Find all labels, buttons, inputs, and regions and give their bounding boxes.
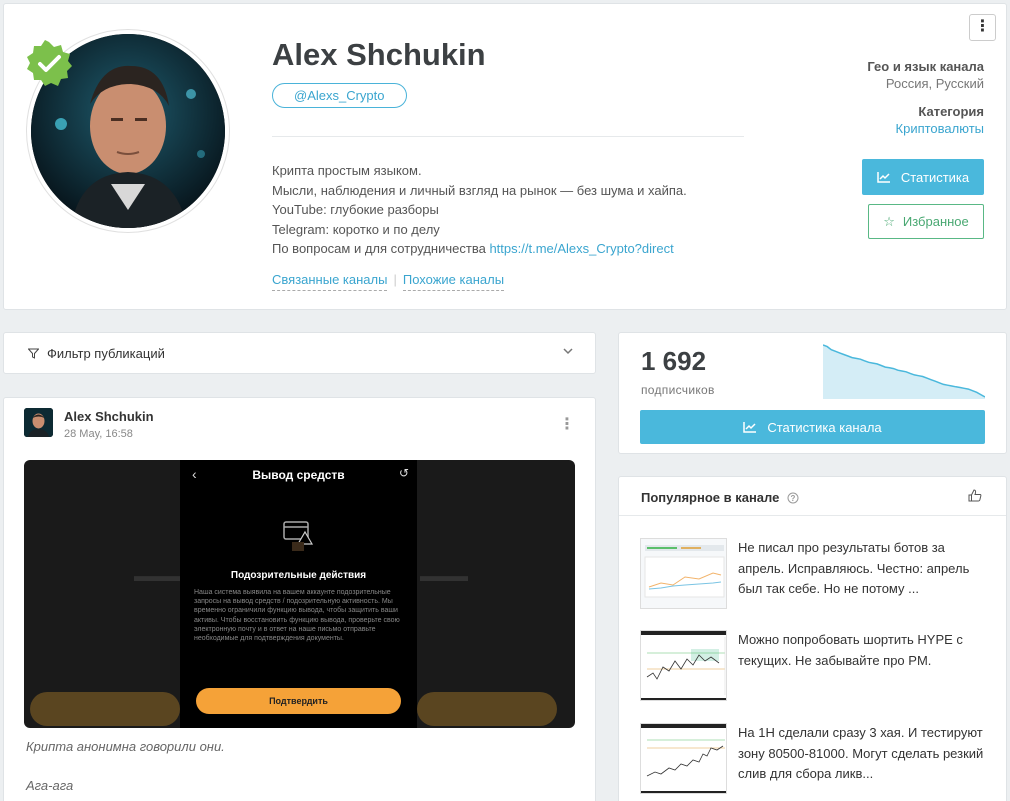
svg-text:?: ? (791, 494, 796, 503)
geo-label: Гео и язык канала (867, 59, 984, 74)
filter-label-group: Фильтр публикаций (28, 346, 165, 361)
thumbs-up-icon[interactable] (968, 489, 982, 507)
category-link[interactable]: Криптовалюты (896, 121, 984, 136)
popular-item-thumbnail (640, 723, 727, 794)
blurred-background-button (30, 692, 180, 726)
screenshot-title: Вывод средств (252, 468, 345, 482)
star-icon: ☆ (883, 213, 895, 229)
description-contact-line: По вопросам и для сотрудничества https:/… (272, 239, 687, 259)
channel-statistics-button[interactable]: Статистика канала (640, 410, 985, 444)
description-line: Крипта простым языком. (272, 163, 422, 178)
subscribers-card: 1 692 подписчиков Статистика канала (618, 332, 1007, 454)
popular-title-group: Популярное в канале ? (641, 490, 799, 505)
help-icon[interactable]: ? (787, 492, 799, 504)
contact-text: По вопросам и для сотрудничества (272, 241, 486, 256)
screenshot-confirm-button: Подтвердить (196, 688, 401, 714)
similar-channels-link[interactable]: Похожие каналы (402, 272, 505, 291)
statistics-button-label: Статистика (900, 169, 970, 185)
geo-value: Россия, Русский (885, 76, 984, 91)
subscribers-sparkline (823, 344, 985, 399)
geo-lang-block: Гео и язык канала Россия, Русский (867, 59, 984, 91)
contact-link[interactable]: https://t.me/Alexs_Crypto?direct (489, 241, 673, 256)
channel-handle-link[interactable]: @Alexs_Crypto (272, 83, 407, 108)
screenshot-heading: Подозрительные действия (230, 570, 367, 581)
blurred-background-button (417, 692, 557, 726)
channel-links: Связанные каналы | Похожие каналы (272, 272, 505, 291)
card-warning-icon (283, 521, 314, 551)
channel-header-card: Alex Shchukin @Alexs_Crypto Крипта прост… (3, 3, 1007, 310)
history-icon: ↺ (398, 466, 409, 480)
channel-title: Alex Shchukin (272, 37, 486, 72)
blurred-background-text: ▬▬▬ (420, 568, 468, 585)
popular-item-thumbnail (640, 538, 727, 609)
chart-icon (877, 172, 890, 183)
post-caption-second: Ага-ага (26, 778, 74, 793)
statistics-button[interactable]: Статистика (862, 159, 984, 195)
popular-item-text: Можно попробовать шортить HYPE с текущих… (738, 632, 963, 668)
popular-item-text: На 1Н сделали сразу 3 хая. И тестируют з… (738, 725, 984, 781)
post-menu-icon[interactable]: ⋮ (559, 414, 575, 434)
popular-item-text: Не писал про результаты ботов за апрель.… (738, 540, 970, 596)
chevron-down-icon[interactable] (563, 344, 573, 358)
filter-icon (28, 348, 39, 359)
channel-menu-button[interactable]: ⋮ (969, 14, 996, 41)
popular-title: Популярное в канале (641, 490, 780, 505)
filter-label: Фильтр публикаций (47, 346, 165, 361)
category-label: Категория (918, 104, 984, 119)
subscriber-label: подписчиков (641, 383, 715, 397)
popular-divider (619, 515, 1006, 516)
links-separator: | (393, 272, 397, 287)
phone-screenshot: ‹ Вывод средств ↺ Подозрительные действи… (180, 460, 417, 728)
favorite-button[interactable]: ☆ Избранное (868, 204, 984, 239)
popular-item[interactable]: Можно попробовать шортить HYPE с текущих… (640, 630, 986, 702)
post-author-name[interactable]: Alex Shchukin (64, 409, 154, 424)
category-block: Категория Криптовалюты (896, 104, 984, 136)
description-line: Мысли, наблюдения и личный взгляд на рын… (272, 182, 687, 198)
post-image[interactable]: ▬▬▬▬ ▬▬▬ ‹ Вывод средств ↺ Подозрительны… (24, 460, 575, 728)
channel-description: Крипта простым языком. Мысли, наблюдения… (272, 161, 687, 259)
popular-item[interactable]: Не писал про результаты ботов за апрель.… (640, 538, 986, 610)
channel-statistics-button-label: Статистика канала (767, 419, 882, 435)
related-channels-link[interactable]: Связанные каналы (272, 272, 388, 291)
chart-icon (743, 422, 757, 433)
verified-badge-icon (26, 40, 72, 86)
subscriber-count: 1 692 (641, 346, 707, 376)
post-author-avatar[interactable] (24, 408, 53, 437)
description-line: YouTube: глубокие разборы (272, 202, 439, 217)
post-card: Alex Shchukin 28 May, 16:58 ⋮ ▬▬▬▬ ▬▬▬ ‹… (3, 397, 596, 801)
description-line: Telegram: коротко и по делу (272, 221, 440, 237)
popular-posts-card: Популярное в канале ? Не писал про резул… (618, 476, 1007, 801)
screenshot-body: Наша система выявила на вашем аккаунте п… (194, 589, 400, 643)
popular-item[interactable]: На 1Н сделали сразу 3 хая. И тестируют з… (640, 723, 986, 795)
popular-item-thumbnail (640, 630, 727, 701)
header-divider (272, 136, 744, 137)
post-filter-bar[interactable]: Фильтр публикаций (3, 332, 596, 374)
favorite-button-label: Избранное (902, 214, 969, 229)
post-date: 28 May, 16:58 (64, 428, 133, 440)
post-caption: Крипта анонимна говорили они. (26, 739, 225, 754)
